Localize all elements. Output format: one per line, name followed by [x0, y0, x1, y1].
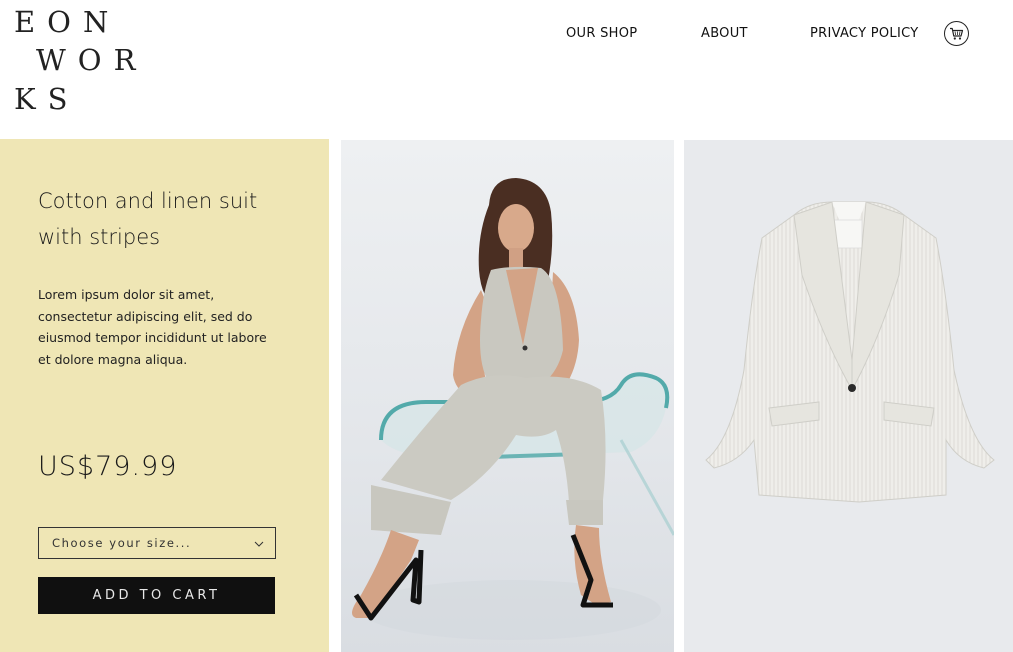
- product-price: US$79.99: [38, 451, 178, 482]
- size-select-placeholder: Choose your size...: [52, 536, 192, 550]
- nav-about[interactable]: ABOUT: [701, 24, 748, 44]
- nav-our-shop[interactable]: OUR SHOP: [566, 24, 637, 44]
- brand-logo-line-3: KS: [14, 82, 80, 116]
- product-panel: Cotton and linen suit with stripes Lorem…: [0, 139, 329, 652]
- cart-icon: [950, 27, 964, 40]
- add-to-cart-button[interactable]: ADD TO CART: [38, 577, 275, 614]
- cart-button[interactable]: [944, 21, 969, 46]
- model-photo: [341, 140, 674, 652]
- product-description: Lorem ipsum dolor sit amet, consectetur …: [38, 287, 267, 367]
- product-title: Cotton and linen suit with stripes: [38, 189, 258, 249]
- main-nav: OUR SHOP ABOUT PRIVACY POLICY: [0, 24, 1013, 44]
- nav-privacy-policy[interactable]: PRIVACY POLICY: [810, 24, 919, 44]
- brand-logo-line-2: WOR: [36, 43, 148, 77]
- blazer-photo: [684, 140, 1013, 652]
- chevron-down-icon: [254, 541, 264, 547]
- size-select[interactable]: Choose your size...: [38, 527, 276, 559]
